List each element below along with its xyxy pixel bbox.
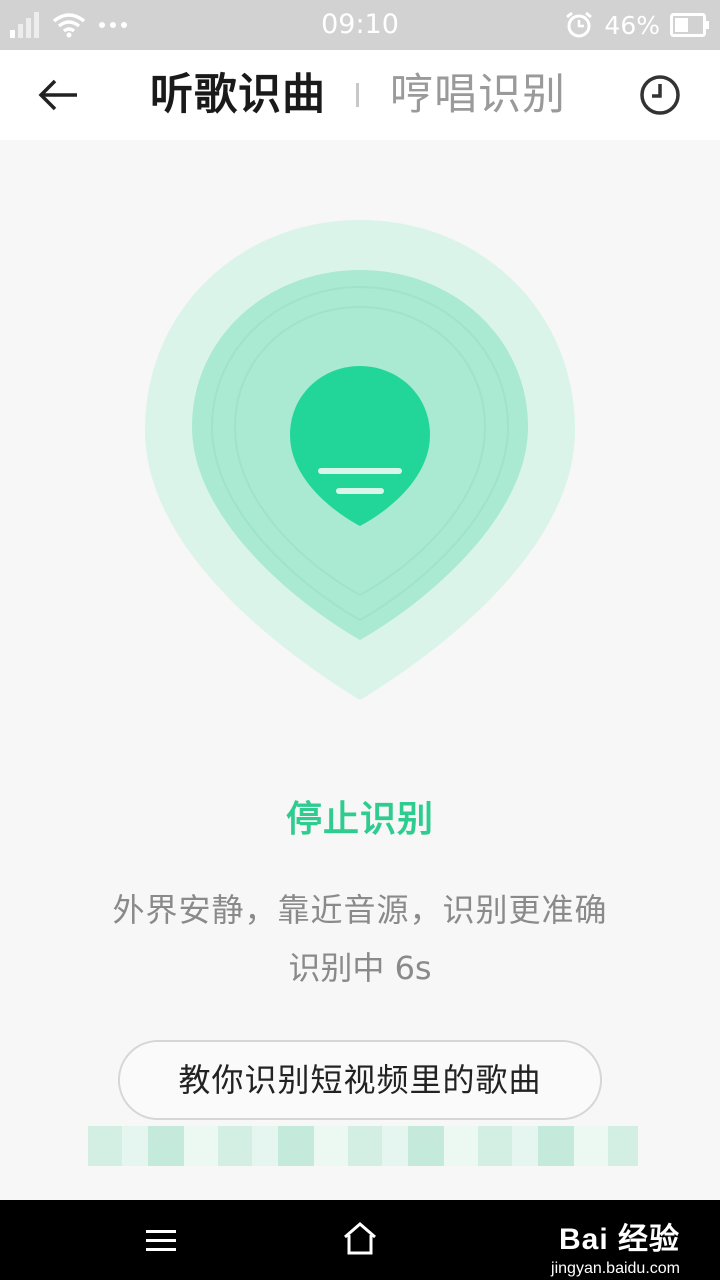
recognition-pin-icon[interactable] bbox=[140, 215, 580, 715]
stop-recognition-button[interactable]: 停止识别 bbox=[0, 790, 720, 842]
watermark-logo: Bai 经验 bbox=[558, 1223, 680, 1256]
progress-status: 识别中 6s bbox=[288, 949, 432, 987]
alarm-icon bbox=[566, 11, 593, 38]
main-content: 停止识别 外界安静，靠近音源，识别更准确 识别中 6s 教你识别短视频里的歌曲 bbox=[0, 140, 720, 1200]
status-right-icons: 46% bbox=[564, 0, 710, 50]
home-icon[interactable] bbox=[340, 1218, 380, 1258]
battery-icon bbox=[670, 13, 709, 37]
tutorial-button[interactable]: 教你识别短视频里的歌曲 bbox=[118, 1040, 602, 1120]
watermark-url: jingyan.baidu.com bbox=[551, 1260, 680, 1277]
navigation-bar: Bai 经验 jingyan.baidu.com bbox=[0, 1200, 720, 1280]
baidu-watermark: Bai 经验 jingyan.baidu.com bbox=[551, 1214, 680, 1278]
header: 听歌识曲 哼唱识别 bbox=[0, 50, 720, 140]
tab-song-recognition[interactable]: 听歌识曲 bbox=[150, 64, 326, 126]
back-button[interactable] bbox=[30, 72, 86, 118]
tab-humming-recognition[interactable]: 哼唱识别 bbox=[390, 64, 566, 126]
battery-percent: 46% bbox=[604, 10, 660, 40]
blurred-area bbox=[88, 1126, 638, 1166]
back-arrow-icon bbox=[38, 79, 77, 111]
menu-icon[interactable] bbox=[140, 1222, 184, 1258]
tab-divider bbox=[356, 83, 359, 107]
hint-text: 外界安静，靠近音源，识别更准确 bbox=[112, 891, 608, 929]
status-bar: 09:10 46% bbox=[0, 0, 720, 50]
history-clock-icon[interactable] bbox=[638, 73, 682, 117]
